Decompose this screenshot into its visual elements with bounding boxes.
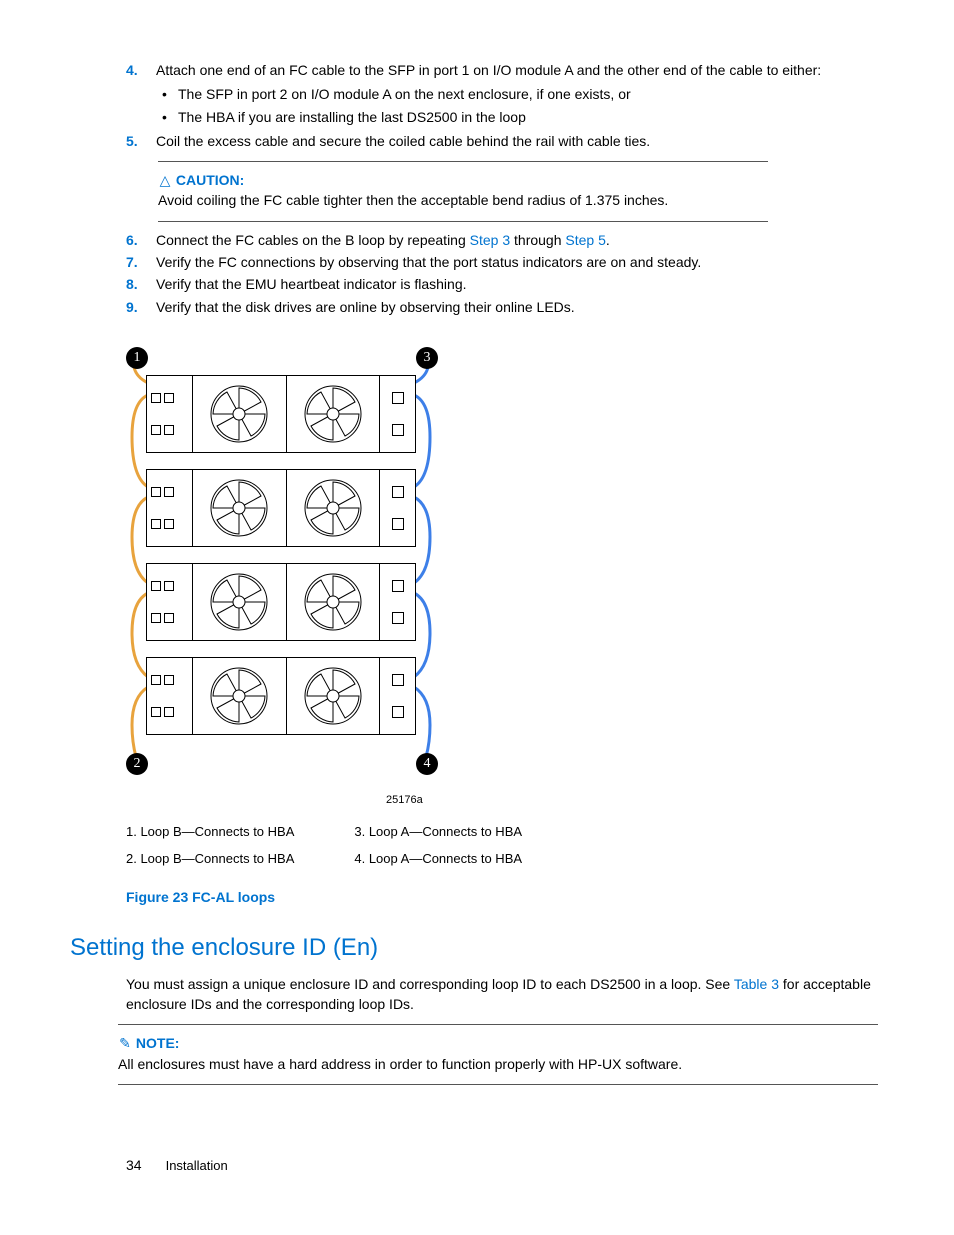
step-4-sub-1: The SFP in port 2 on I/O module A on the…: [158, 84, 884, 104]
fan-icon: [207, 476, 271, 540]
legend-1: 1. Loop B—Connects to HBA: [126, 823, 294, 842]
step-8-num: 8.: [126, 274, 138, 294]
figure-23: 1 3 2 4 25176a 1. Loop B—Connects to HBA…: [126, 347, 884, 907]
link-step-5[interactable]: Step 5: [565, 232, 605, 248]
step-8-text: Verify that the EMU heartbeat indicator …: [156, 276, 467, 292]
figure-legend: 1. Loop B—Connects to HBA 2. Loop B—Conn…: [126, 823, 884, 869]
step-9-text: Verify that the disk drives are online b…: [156, 299, 575, 315]
fan-icon: [301, 570, 365, 634]
step-6: 6. Connect the FC cables on the B loop b…: [126, 230, 884, 250]
step-5: 5. Coil the excess cable and secure the …: [126, 131, 884, 151]
step-6-num: 6.: [126, 230, 138, 250]
note-box: ✎ NOTE: All enclosures must have a hard …: [118, 1024, 878, 1085]
step-6-pre: Connect the FC cables on the B loop by r…: [156, 232, 470, 248]
fan-icon: [301, 664, 365, 728]
step-5-num: 5.: [126, 131, 138, 151]
para-pre: You must assign a unique enclosure ID an…: [126, 976, 734, 992]
fan-icon: [301, 382, 365, 446]
step-6-post: .: [606, 232, 610, 248]
page-number: 34: [126, 1155, 142, 1175]
note-icon: ✎: [118, 1033, 132, 1053]
legend-2: 2. Loop B—Connects to HBA: [126, 850, 294, 869]
enclosure-4: [146, 657, 416, 735]
link-table-3[interactable]: Table 3: [734, 976, 779, 992]
step-4-text: Attach one end of an FC cable to the SFP…: [156, 62, 821, 78]
caution-title: CAUTION:: [176, 172, 244, 188]
fan-icon: [207, 664, 271, 728]
footer-section: Installation: [166, 1157, 228, 1176]
figure-caption: Figure 23 FC-AL loops: [126, 887, 884, 907]
page-footer: 34 Installation: [70, 1155, 884, 1176]
figure-code: 25176a: [386, 793, 884, 809]
callout-2: 2: [126, 753, 148, 775]
fan-icon: [207, 382, 271, 446]
step-5-text: Coil the excess cable and secure the coi…: [156, 133, 650, 149]
callout-4: 4: [416, 753, 438, 775]
step-7: 7. Verify the FC connections by observin…: [126, 252, 884, 272]
enclosure-2: [146, 469, 416, 547]
enclosure-1: [146, 375, 416, 453]
note-title: NOTE:: [136, 1035, 180, 1051]
note-text: All enclosures must have a hard address …: [118, 1054, 878, 1074]
fan-icon: [207, 570, 271, 634]
section-para: You must assign a unique enclosure ID an…: [126, 974, 884, 1015]
callout-3: 3: [416, 347, 438, 369]
step-4: 4. Attach one end of an FC cable to the …: [126, 60, 884, 127]
step-6-mid: through: [510, 232, 565, 248]
step-4-sub-2: The HBA if you are installing the last D…: [158, 107, 884, 127]
caution-icon: △: [158, 170, 172, 190]
section-heading: Setting the enclosure ID (En): [70, 931, 884, 966]
legend-4: 4. Loop A—Connects to HBA: [354, 850, 522, 869]
step-9-num: 9.: [126, 297, 138, 317]
caution-box: △ CAUTION: Avoid coiling the FC cable ti…: [158, 161, 768, 222]
fan-icon: [301, 476, 365, 540]
caution-text: Avoid coiling the FC cable tighter then …: [158, 190, 768, 210]
callout-1: 1: [126, 347, 148, 369]
enclosure-3: [146, 563, 416, 641]
link-step-3[interactable]: Step 3: [470, 232, 510, 248]
legend-3: 3. Loop A—Connects to HBA: [354, 823, 522, 842]
step-4-num: 4.: [126, 60, 138, 80]
step-7-text: Verify the FC connections by observing t…: [156, 254, 701, 270]
step-9: 9. Verify that the disk drives are onlin…: [126, 297, 884, 317]
step-7-num: 7.: [126, 252, 138, 272]
step-8: 8. Verify that the EMU heartbeat indicat…: [126, 274, 884, 294]
